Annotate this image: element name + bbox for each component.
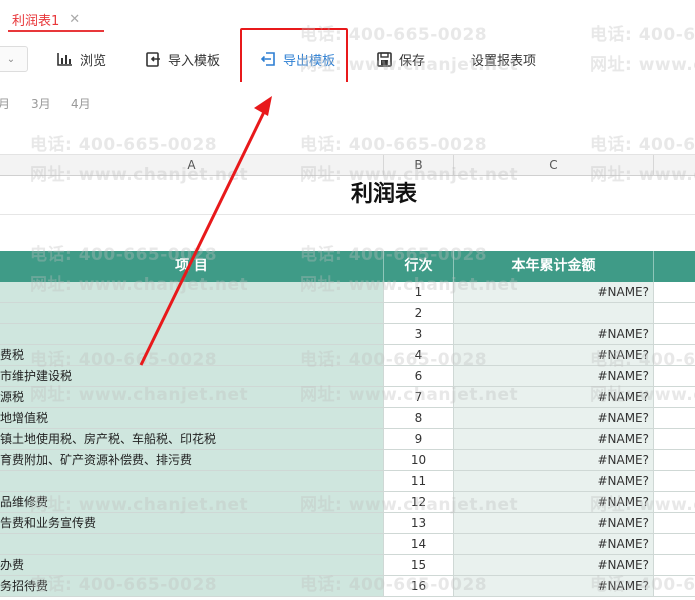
empty-row [0, 214, 695, 252]
table-cell-extra[interactable] [654, 408, 695, 429]
table-cell-line[interactable]: 16 [384, 576, 454, 597]
table-cell-extra[interactable] [654, 387, 695, 408]
table-cell-item[interactable]: 育费附加、矿产资源补偿费、排污费 [0, 450, 384, 471]
table-cell-line[interactable]: 4 [384, 345, 454, 366]
table-cell-item[interactable] [0, 471, 384, 492]
table-cell-item[interactable]: 地增值税 [0, 408, 384, 429]
table-cell-line[interactable]: 1 [384, 282, 454, 303]
table-cell-amount[interactable]: #NAME? [454, 513, 654, 534]
table-cell-amount[interactable]: #NAME? [454, 408, 654, 429]
table-cell-extra[interactable] [654, 576, 695, 597]
dropdown-toggle[interactable]: ⌄ [0, 46, 28, 72]
chevron-down-icon: ⌄ [6, 53, 16, 65]
import-icon [146, 51, 161, 67]
column-header-d[interactable] [654, 155, 695, 176]
table-cell-amount[interactable]: #NAME? [454, 429, 654, 450]
table-cell-item[interactable]: 品维修费 [0, 492, 384, 513]
table-cell-amount[interactable]: #NAME? [454, 555, 654, 576]
table-cell-amount[interactable] [454, 303, 654, 324]
table-cell-amount[interactable]: #NAME? [454, 366, 654, 387]
header-item[interactable]: 项 目 [0, 251, 384, 282]
sheet-title[interactable]: 利润表 [300, 176, 468, 214]
table-cell-extra[interactable] [654, 429, 695, 450]
table-cell-amount[interactable]: #NAME? [454, 282, 654, 303]
table-cell-item[interactable]: 务招待费 [0, 576, 384, 597]
active-tab-indicator [8, 30, 104, 32]
table-cell-extra[interactable] [654, 345, 695, 366]
header-line-number[interactable]: 行次 [384, 251, 454, 282]
table-cell-item[interactable] [0, 282, 384, 303]
tab-profit-sheet[interactable]: 利润表1 ✕ [8, 6, 84, 32]
table-cell-item[interactable]: 源税 [0, 387, 384, 408]
table-cell-item[interactable] [0, 324, 384, 345]
table-cell-amount[interactable]: #NAME? [454, 576, 654, 597]
table-cell-amount[interactable]: #NAME? [454, 345, 654, 366]
table-cell-line[interactable]: 6 [384, 366, 454, 387]
close-icon[interactable]: ✕ [69, 12, 80, 27]
table-cell-line[interactable]: 9 [384, 429, 454, 450]
table-cell-item[interactable]: 费税 [0, 345, 384, 366]
formula-bar[interactable] [0, 124, 695, 155]
browse-label: 浏览 [80, 53, 107, 69]
table-cell-extra[interactable] [654, 303, 695, 324]
table-cell-line[interactable]: 10 [384, 450, 454, 471]
import-template-label: 导入模板 [168, 53, 221, 69]
table-cell-amount[interactable]: #NAME? [454, 450, 654, 471]
table-cell-item[interactable]: 办费 [0, 555, 384, 576]
table-cell-line[interactable]: 2 [384, 303, 454, 324]
table-cell-extra[interactable] [654, 534, 695, 555]
save-button[interactable]: 保存 [377, 36, 425, 82]
report-settings-label: 设置报表项 [471, 53, 537, 69]
table-cell-line[interactable]: 14 [384, 534, 454, 555]
table-cell-item[interactable]: 市维护建设税 [0, 366, 384, 387]
table-cell-line[interactable]: 15 [384, 555, 454, 576]
table-cell-extra[interactable] [654, 471, 695, 492]
month-item[interactable]: 月 [0, 95, 10, 112]
table-cell-extra[interactable] [654, 366, 695, 387]
table-cell-amount[interactable]: #NAME? [454, 387, 654, 408]
table-cell-line[interactable]: 11 [384, 471, 454, 492]
table-cell-amount[interactable]: #NAME? [454, 534, 654, 555]
table-cell-item[interactable] [0, 534, 384, 555]
header-ytd-amount[interactable]: 本年累计金额 [454, 251, 654, 282]
table-cell-extra[interactable] [654, 513, 695, 534]
table-cell-extra[interactable] [654, 324, 695, 345]
table-cell-item[interactable]: 告费和业务宣传费 [0, 513, 384, 534]
month-item[interactable]: 3月 [31, 95, 51, 112]
save-icon [377, 51, 392, 67]
column-header-b[interactable]: B [384, 155, 454, 176]
table-cell-amount[interactable]: #NAME? [454, 324, 654, 345]
column-header-a[interactable]: A [0, 155, 384, 176]
table-cell-item[interactable] [0, 303, 384, 324]
table-cell-line[interactable]: 3 [384, 324, 454, 345]
tab-label[interactable]: 利润表1 [12, 10, 59, 29]
header-extra[interactable] [654, 251, 695, 282]
browse-button[interactable]: 浏览 [57, 36, 106, 82]
report-settings-button[interactable]: 设置报表项 [471, 36, 536, 82]
table-cell-amount[interactable]: #NAME? [454, 471, 654, 492]
table-cell-extra[interactable] [654, 282, 695, 303]
table-cell-line[interactable]: 8 [384, 408, 454, 429]
table-cell-item[interactable]: 镇土地使用税、房产税、车船税、印花税 [0, 429, 384, 450]
table-cell-line[interactable]: 13 [384, 513, 454, 534]
month-item[interactable]: 4月 [71, 95, 91, 112]
table-cell-amount[interactable]: #NAME? [454, 492, 654, 513]
table-cell-extra[interactable] [654, 492, 695, 513]
table-cell-line[interactable]: 7 [384, 387, 454, 408]
month-selector-bar: 月 3月 4月 [0, 82, 695, 125]
table-cell-extra[interactable] [654, 450, 695, 471]
chart-icon [57, 52, 73, 66]
save-label: 保存 [399, 53, 426, 69]
import-template-button[interactable]: 导入模板 [146, 36, 220, 82]
table-cell-extra[interactable] [654, 555, 695, 576]
table-cell-line[interactable]: 12 [384, 492, 454, 513]
column-header-c[interactable]: C [454, 155, 654, 176]
